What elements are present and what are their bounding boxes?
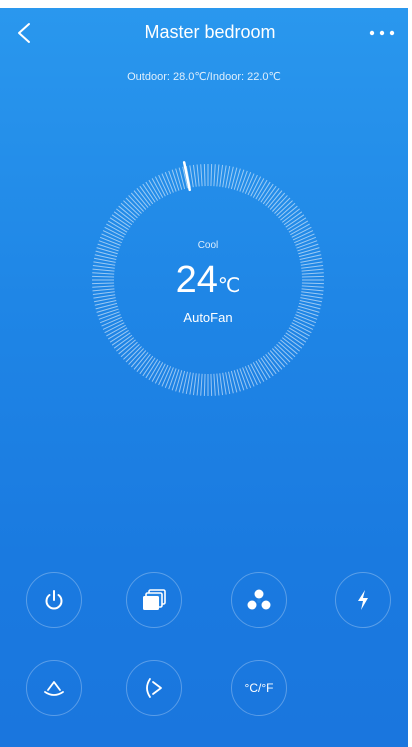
dial-tick xyxy=(213,164,216,187)
power-button[interactable] xyxy=(26,572,82,628)
dial-tick xyxy=(175,168,183,190)
dial-tick xyxy=(200,164,203,187)
dial-tick xyxy=(222,372,227,395)
fan-button[interactable] xyxy=(231,572,287,628)
dial-tick xyxy=(168,170,177,192)
dial-tick xyxy=(222,165,227,188)
dial-tick xyxy=(203,164,206,187)
dial-tick xyxy=(219,164,224,187)
fan-icon xyxy=(247,589,271,610)
dial-tick xyxy=(219,373,224,396)
dial-tick xyxy=(210,164,213,187)
temperature-readout: Outdoor: 28.0℃/Indoor: 22.0℃ xyxy=(127,71,281,83)
dial-tick xyxy=(192,164,197,187)
status-strip xyxy=(0,0,408,8)
swing-vertical-icon xyxy=(44,681,64,696)
swing-horizontal-icon xyxy=(146,678,162,698)
dial-tick xyxy=(192,373,197,396)
app-screen: Master bedroom Outdoor: 28.0℃/Indoor: 22… xyxy=(0,0,408,747)
dial-tick xyxy=(189,165,194,188)
unit-toggle-button[interactable]: °C/°F xyxy=(231,660,287,716)
dial-tick xyxy=(233,168,241,190)
dial-tick xyxy=(239,368,248,390)
temperature-dial[interactable]: Cool 24℃ AutoFan xyxy=(88,160,328,400)
swing-vertical-button[interactable] xyxy=(26,660,82,716)
dial-tick xyxy=(216,164,220,187)
dial-tick xyxy=(200,373,203,396)
more-icon xyxy=(369,30,395,36)
dial-tick xyxy=(239,170,248,192)
temperature-value: 24℃ xyxy=(88,258,328,308)
dial-tick xyxy=(171,169,180,191)
power-icon xyxy=(45,590,63,610)
dial-tick xyxy=(196,164,200,187)
dial-tick xyxy=(168,368,177,390)
screen-edge xyxy=(408,0,412,747)
back-button[interactable] xyxy=(10,18,40,48)
swing-horizontal-button[interactable] xyxy=(126,660,182,716)
mode-icon xyxy=(143,589,166,610)
dial-tick xyxy=(171,369,180,391)
back-icon xyxy=(18,23,30,43)
dial-tick xyxy=(189,372,194,395)
dial-tick xyxy=(210,373,213,396)
page-title: Master bedroom xyxy=(144,22,276,42)
temperature-unit: ℃ xyxy=(217,275,241,297)
mode-label: Cool xyxy=(197,240,219,251)
mode-button[interactable] xyxy=(126,572,182,628)
turbo-button[interactable] xyxy=(335,572,391,628)
dial-tick xyxy=(236,369,245,391)
turbo-icon xyxy=(358,590,368,610)
fan-label: AutoFan xyxy=(183,310,233,325)
unit-toggle-label: °C/°F xyxy=(244,681,274,695)
dial-tick xyxy=(203,373,206,396)
dial-tick xyxy=(236,169,245,191)
more-button[interactable] xyxy=(364,22,400,44)
temperature-number: 24 xyxy=(175,259,218,301)
dial-tick xyxy=(196,373,200,396)
dial-tick xyxy=(216,373,220,396)
dial-tick xyxy=(213,373,216,396)
dial-tick xyxy=(233,370,241,392)
dial-tick xyxy=(175,370,183,392)
